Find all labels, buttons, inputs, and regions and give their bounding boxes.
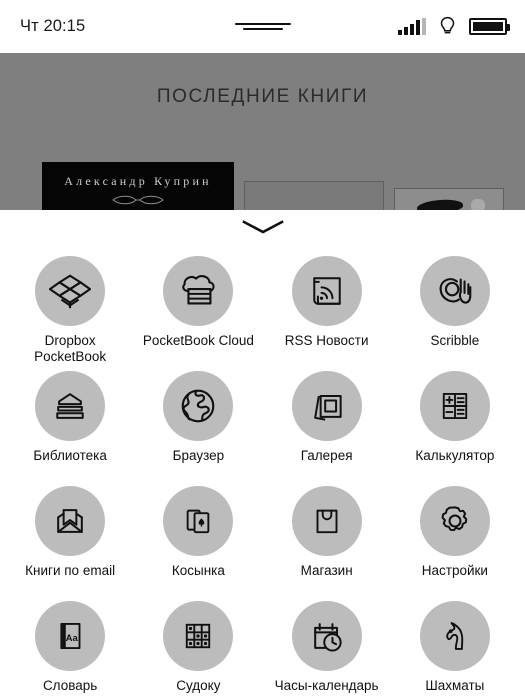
- app-grid: Dropbox PocketBook PocketBook Cloud RSS …: [0, 244, 525, 700]
- app-label: Калькулятор: [415, 448, 495, 463]
- shopping-bag-icon: [291, 486, 362, 556]
- cover-art-shape: [416, 197, 464, 210]
- expand-recent-bar[interactable]: [0, 210, 525, 244]
- app-dropbox-pocketbook[interactable]: Dropbox PocketBook: [6, 250, 134, 365]
- book-author-label: Александр Куприн: [64, 174, 212, 188]
- dropbox-icon: [35, 256, 106, 326]
- app-pocketbook-cloud[interactable]: PocketBook Cloud: [134, 250, 262, 365]
- cover-ornament-icon: [112, 195, 164, 205]
- status-indicators: [398, 16, 510, 37]
- app-label: Книги по email: [25, 563, 116, 578]
- calendar-clock-icon: [291, 601, 362, 671]
- app-books-by-email[interactable]: Книги по email: [6, 480, 134, 595]
- book-cover-1[interactable]: Александр Куприн: [42, 162, 234, 210]
- app-chess[interactable]: Шахматы: [391, 595, 519, 700]
- gear-icon: [419, 486, 490, 556]
- books-stack-icon: [35, 371, 106, 441]
- app-label: Галерея: [300, 448, 353, 463]
- signal-bars-icon[interactable]: [398, 18, 426, 35]
- hand-scribble-icon: [419, 256, 490, 326]
- drawer-handle-icon[interactable]: [234, 23, 292, 30]
- app-solitaire[interactable]: Косынка: [134, 480, 262, 595]
- book-cover-2[interactable]: [244, 181, 384, 210]
- cover-art-shape-secondary: [471, 199, 485, 210]
- mail-book-icon: [35, 486, 106, 556]
- app-settings[interactable]: Настройки: [391, 480, 519, 595]
- sudoku-grid-icon: [163, 601, 234, 671]
- book-cover-3[interactable]: [394, 188, 504, 210]
- app-gallery[interactable]: Галерея: [263, 365, 391, 480]
- calculator-icon: [419, 371, 490, 441]
- app-label: Часы-календарь: [274, 678, 379, 693]
- rss-news-icon: [291, 256, 362, 326]
- app-label: Косынка: [171, 563, 225, 578]
- app-label: Словарь: [42, 678, 98, 693]
- app-library[interactable]: Библиотека: [6, 365, 134, 480]
- app-label: Магазин: [300, 563, 353, 578]
- lightbulb-icon[interactable]: [439, 16, 456, 37]
- cloud-books-icon: [163, 256, 234, 326]
- app-label: Браузер: [172, 448, 225, 463]
- app-label: Dropbox PocketBook: [34, 333, 107, 364]
- app-calculator[interactable]: Калькулятор: [391, 365, 519, 480]
- app-label: RSS Новости: [284, 333, 369, 348]
- globe-icon: [163, 371, 234, 441]
- app-scribble[interactable]: Scribble: [391, 250, 519, 365]
- app-label: Scribble: [430, 333, 480, 348]
- chess-knight-icon: [419, 601, 490, 671]
- dictionary-icon: Aa: [35, 601, 106, 671]
- battery-full-icon: [469, 18, 510, 35]
- status-clock: Чт 20:15: [20, 17, 86, 35]
- ereader-home-screen: Чт 20:15 ПОСЛЕДНИЕ КНИГИ Александр Купри…: [0, 0, 525, 700]
- app-rss-news[interactable]: RSS Новости: [263, 250, 391, 365]
- recent-books-shelf: Александр Куприн: [0, 162, 525, 210]
- app-browser[interactable]: Браузер: [134, 365, 262, 480]
- app-label: Библиотека: [33, 448, 107, 463]
- playing-cards-icon: [163, 486, 234, 556]
- photos-icon: [291, 371, 362, 441]
- recent-books-panel[interactable]: ПОСЛЕДНИЕ КНИГИ Александр Куприн: [0, 53, 525, 210]
- app-label: Настройки: [421, 563, 488, 578]
- app-label: Шахматы: [425, 678, 485, 693]
- app-store[interactable]: Магазин: [263, 480, 391, 595]
- app-clock-calendar[interactable]: Часы-календарь: [263, 595, 391, 700]
- recent-books-title: ПОСЛЕДНИЕ КНИГИ: [156, 86, 369, 107]
- app-sudoku[interactable]: Судоку: [134, 595, 262, 700]
- status-bar: Чт 20:15: [0, 0, 525, 53]
- svg-text:Aa: Aa: [66, 633, 79, 644]
- app-dictionary[interactable]: Aa Словарь: [6, 595, 134, 700]
- app-label: PocketBook Cloud: [142, 333, 254, 348]
- chevron-down-icon[interactable]: [241, 219, 285, 235]
- app-label: Судоку: [176, 678, 221, 693]
